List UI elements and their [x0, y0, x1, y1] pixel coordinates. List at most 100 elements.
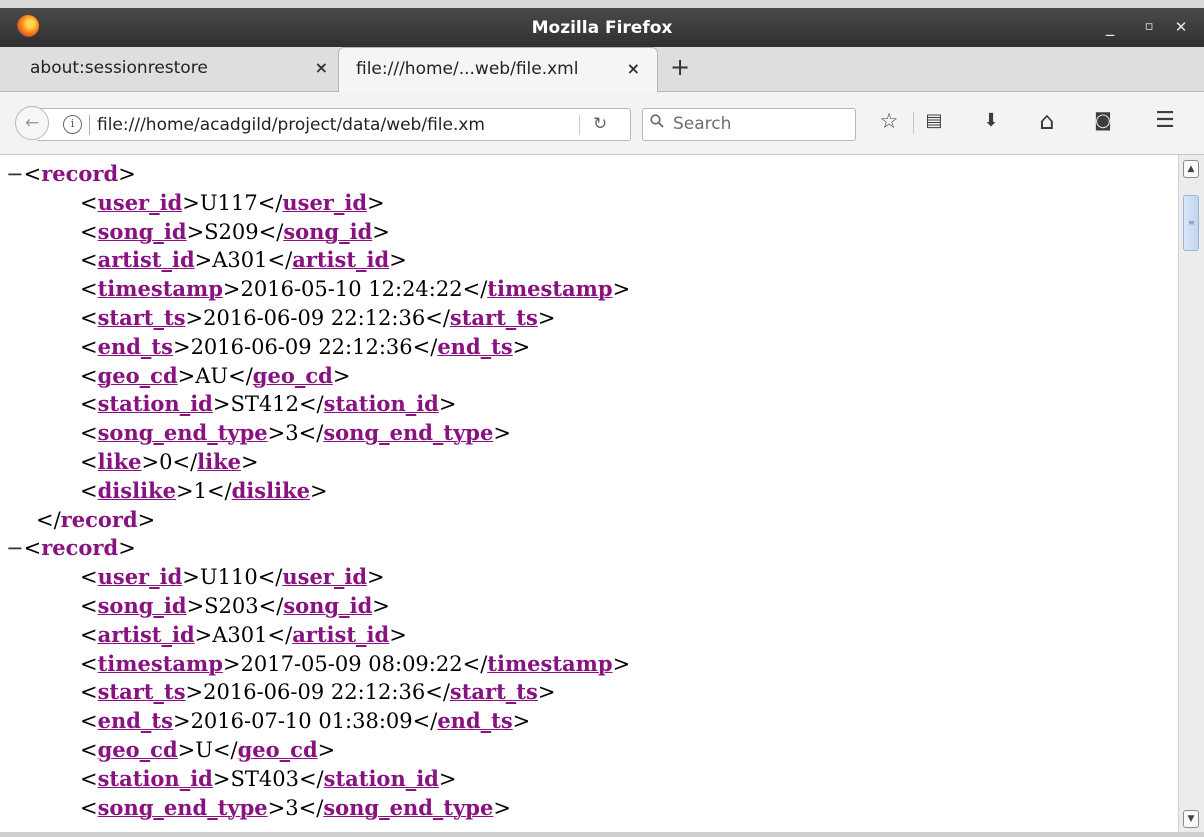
xml-tag-name: timestamp	[487, 276, 613, 302]
new-tab-button[interactable]: +	[670, 53, 690, 81]
maximize-button[interactable]: ▫	[1138, 17, 1160, 37]
tab-file-xml[interactable]: file:///home/...web/file.xml ×	[338, 47, 658, 92]
xml-field-line: <geo_cd>U</geo_cd>	[80, 737, 336, 762]
url-divider	[579, 115, 580, 135]
xml-record-open: −<record>	[6, 535, 136, 561]
xml-tag-name: song_id	[97, 593, 187, 618]
xml-field-line: <artist_id>A301</artist_id>	[80, 247, 407, 273]
xml-tag-name: geo_cd	[97, 362, 178, 388]
xml-tag-name: station_id	[323, 765, 439, 791]
menu-icon[interactable]: ☰	[1150, 106, 1180, 136]
xml-value: AU	[195, 363, 229, 388]
scroll-down-arrow-icon[interactable]: ▼	[1183, 810, 1199, 828]
xml-tag-name: geo_cd	[97, 737, 178, 762]
vertical-scrollbar[interactable]: ▲ ≡ ▼	[1178, 155, 1204, 832]
xml-value: ST412	[230, 392, 299, 417]
xml-tag-name: start_ts	[97, 305, 186, 330]
xml-tag-name: song_end_type	[323, 794, 494, 820]
search-bar[interactable]	[642, 108, 856, 141]
xml-value: 2016-06-09 22:12:36	[203, 306, 426, 330]
xml-tag-name: user_id	[282, 564, 368, 590]
reload-icon[interactable]: ↻	[593, 114, 607, 134]
search-input[interactable]	[673, 112, 843, 136]
xml-tag-name: artist_id	[292, 621, 390, 647]
xml-tag-name: start_ts	[449, 679, 538, 705]
xml-tag-name: like	[197, 449, 242, 474]
xml-value: 2016-05-10 12:24:22	[240, 277, 463, 302]
xml-tag-name: user_id	[282, 189, 368, 215]
url-bar[interactable]: i file:///home/acadgild/project/data/web…	[37, 108, 631, 141]
xml-tag-name: station_id	[323, 391, 439, 417]
xml-tag-name: end_ts	[437, 333, 513, 359]
xml-tag-name: artist_id	[97, 621, 195, 647]
xml-value: A301	[212, 248, 268, 273]
scroll-thumb[interactable]: ≡	[1183, 195, 1199, 251]
back-button[interactable]: ←	[15, 106, 49, 140]
xml-value: 2017-05-09 08:09:22	[240, 651, 463, 676]
xml-tag-name: end_ts	[97, 708, 173, 734]
bookmark-star-icon[interactable]: ☆	[874, 106, 904, 136]
xml-field-line: <geo_cd>AU</geo_cd>	[80, 362, 351, 388]
reading-list-icon[interactable]: ▤	[919, 106, 949, 136]
xml-tag-name: user_id	[97, 564, 183, 590]
xml-field-line: <dislike>1</dislike>	[80, 477, 328, 503]
site-info-icon[interactable]: i	[63, 115, 82, 134]
window-titlebar: Mozilla Firefox _ ▫ ✕	[0, 0, 1204, 47]
xml-tag-name: song_end_type	[323, 420, 494, 446]
xml-field-line: <song_id>S209</song_id>	[80, 218, 390, 244]
xml-field-line: <song_id>S203</song_id>	[80, 593, 390, 618]
xml-tag-name: like	[97, 449, 142, 474]
toolbar-divider	[913, 112, 914, 134]
search-icon	[650, 114, 664, 128]
xml-value: 2016-07-10 01:38:09	[190, 709, 413, 734]
xml-value: A301	[212, 622, 268, 647]
xml-tag-name: timestamp	[97, 276, 223, 302]
xml-value: 2016-06-09 22:12:36	[190, 334, 413, 359]
xml-value: U	[195, 738, 213, 762]
xml-value: U117	[199, 190, 258, 215]
xml-field-line: <like>0</like>	[80, 449, 259, 474]
xml-tag-name: record	[41, 535, 119, 561]
xml-tag-name: timestamp	[97, 650, 223, 676]
xml-field-line: <song_end_type>3</song_end_type>	[80, 794, 511, 820]
xml-tag-name: song_end_type	[97, 794, 268, 820]
xml-field-line: <start_ts>2016-06-09 22:12:36</start_ts>	[80, 305, 556, 330]
xml-tag-name: song_id	[97, 218, 187, 244]
collapse-toggle[interactable]: −	[6, 536, 24, 560]
xml-tag-name: record	[41, 161, 119, 186]
xml-field-line: <station_id>ST412</station_id>	[80, 391, 457, 417]
xml-tag-name: dislike	[231, 477, 310, 503]
home-icon[interactable]: ⌂	[1032, 106, 1062, 136]
xml-tag-name: dislike	[97, 477, 176, 503]
download-icon[interactable]: ⬇	[976, 106, 1006, 136]
window-title: Mozilla Firefox	[531, 18, 673, 38]
url-text[interactable]: file:///home/acadgild/project/data/web/f…	[97, 115, 577, 135]
xml-tag-name: song_id	[283, 593, 373, 618]
xml-tag-name: artist_id	[97, 247, 195, 273]
pocket-icon[interactable]: ◙	[1088, 106, 1118, 136]
tab-sessionrestore[interactable]: about:sessionrestore ×	[0, 47, 342, 91]
xml-value: 0	[159, 450, 173, 474]
xml-tag-name: end_ts	[97, 333, 173, 359]
xml-field-line: <end_ts>2016-06-09 22:12:36</end_ts>	[80, 333, 531, 359]
close-window-button[interactable]: ✕	[1170, 17, 1192, 37]
scroll-up-arrow-icon[interactable]: ▲	[1183, 160, 1199, 178]
xml-value: ST403	[230, 766, 299, 791]
xml-value: 3	[285, 421, 299, 446]
url-divider	[89, 115, 90, 135]
xml-tag-name: song_end_type	[97, 420, 268, 446]
xml-value: S203	[204, 594, 259, 618]
close-tab-icon[interactable]: ×	[315, 58, 328, 77]
close-tab-icon[interactable]: ×	[627, 59, 640, 78]
xml-tag-name: start_ts	[449, 305, 538, 330]
xml-tag-name: station_id	[97, 765, 213, 791]
minimize-button[interactable]: _	[1099, 17, 1121, 37]
xml-field-line: <station_id>ST403</station_id>	[80, 765, 457, 791]
xml-tag-name: record	[60, 506, 138, 532]
xml-tag-name: timestamp	[487, 650, 613, 676]
collapse-toggle[interactable]: −	[6, 162, 24, 186]
xml-field-line: <user_id>U117</user_id>	[80, 189, 385, 215]
xml-record-open: −<record>	[6, 161, 136, 186]
xml-field-line: <song_end_type>3</song_end_type>	[80, 420, 511, 446]
xml-value: 3	[285, 795, 299, 820]
